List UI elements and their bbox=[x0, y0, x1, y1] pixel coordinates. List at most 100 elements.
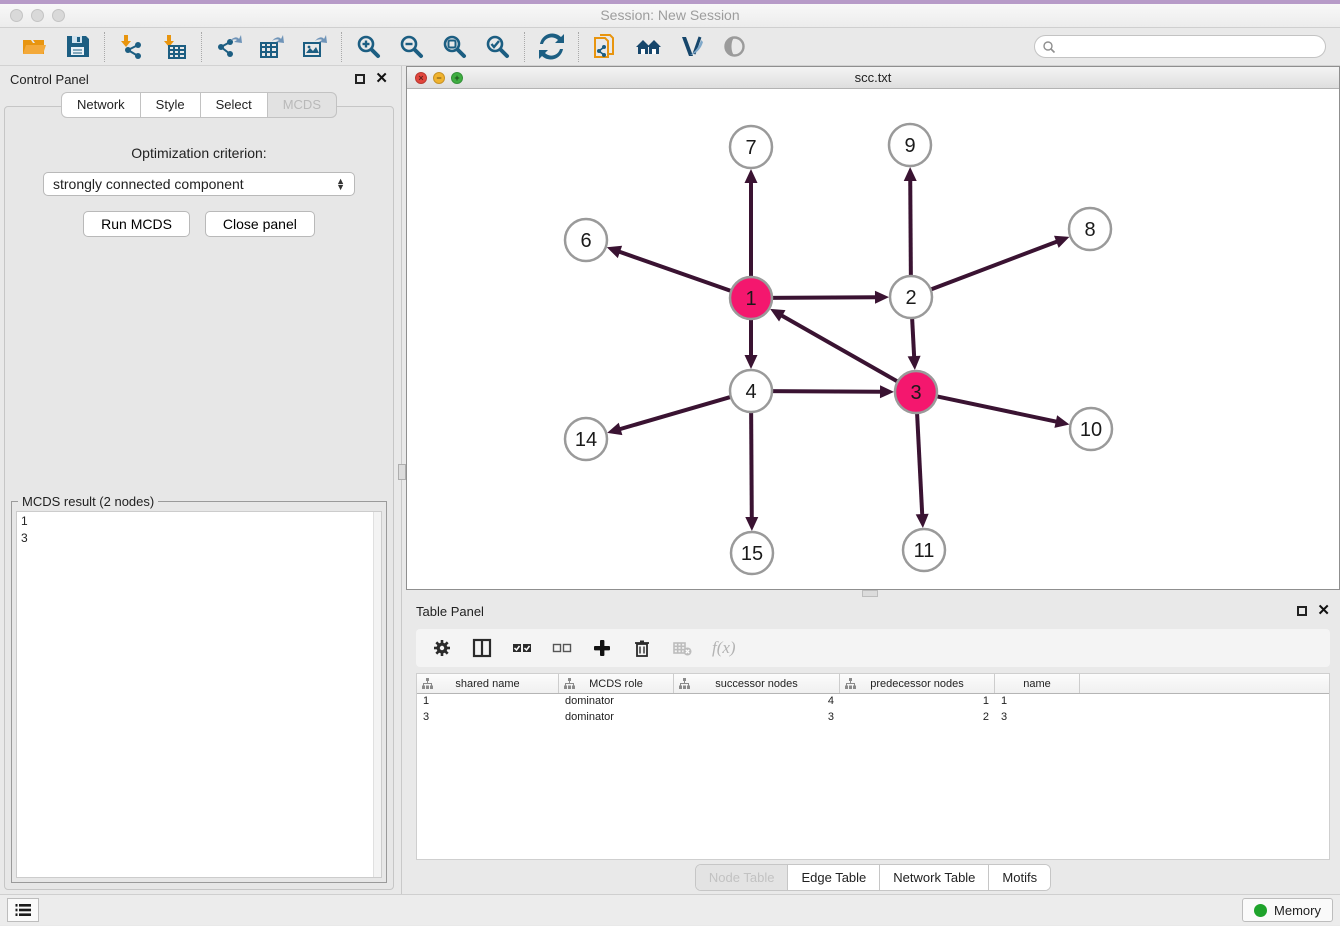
edge-1-2[interactable] bbox=[769, 297, 877, 298]
float-panel-icon[interactable] bbox=[355, 74, 365, 84]
network-close-icon[interactable]: × bbox=[415, 72, 427, 84]
table-cell[interactable]: dominator bbox=[559, 694, 674, 710]
tab-mcds[interactable]: MCDS bbox=[268, 92, 337, 118]
close-window-button[interactable] bbox=[10, 9, 23, 22]
export-image-icon[interactable] bbox=[301, 33, 328, 60]
node-label-15: 15 bbox=[741, 543, 763, 565]
export-network-icon[interactable] bbox=[215, 33, 242, 60]
show-hide-icon[interactable] bbox=[721, 33, 748, 60]
table-cell[interactable]: 3 bbox=[674, 710, 840, 726]
column-header-successor-nodes[interactable]: successor nodes bbox=[674, 674, 840, 693]
edge-4-15[interactable] bbox=[751, 409, 752, 519]
table-row[interactable]: 1dominator411 bbox=[417, 694, 1329, 710]
table-cell[interactable]: 3 bbox=[417, 710, 559, 726]
splitter-handle[interactable] bbox=[862, 590, 878, 597]
edge-arrowhead bbox=[745, 517, 758, 531]
criterion-value: strongly connected component bbox=[53, 176, 244, 192]
network-window-titlebar[interactable]: × − + scc.txt bbox=[407, 67, 1339, 89]
table-cell[interactable]: 1 bbox=[417, 694, 559, 710]
node-label-10: 10 bbox=[1080, 419, 1102, 441]
network-minimize-icon[interactable]: − bbox=[433, 72, 445, 84]
edge-3-10[interactable] bbox=[934, 396, 1058, 422]
edge-4-3[interactable] bbox=[769, 391, 882, 392]
table-cell[interactable]: 3 bbox=[995, 710, 1080, 726]
close-panel-icon[interactable]: ✕ bbox=[1317, 606, 1330, 616]
criterion-dropdown[interactable]: strongly connected component ▲▼ bbox=[43, 172, 355, 196]
network-zoom-icon[interactable]: + bbox=[451, 72, 463, 84]
edge-3-1[interactable] bbox=[781, 315, 901, 383]
network-graph[interactable]: 7968124314101511 bbox=[407, 89, 1339, 589]
run-mcds-button[interactable]: Run MCDS bbox=[83, 211, 190, 237]
tab-network[interactable]: Network bbox=[61, 92, 141, 118]
tab-style[interactable]: Style bbox=[141, 92, 201, 118]
edge-arrowhead bbox=[875, 291, 889, 304]
node-label-9: 9 bbox=[904, 135, 915, 157]
zoom-in-icon[interactable] bbox=[355, 33, 382, 60]
select-all-columns-icon[interactable] bbox=[512, 638, 532, 658]
vertical-splitter[interactable] bbox=[398, 66, 406, 894]
tab-select[interactable]: Select bbox=[201, 92, 268, 118]
network-canvas[interactable]: 7968124314101511 bbox=[407, 89, 1339, 589]
search-box[interactable] bbox=[1034, 35, 1326, 58]
import-table-icon[interactable] bbox=[161, 33, 188, 60]
column-header-predecessor-nodes[interactable]: predecessor nodes bbox=[840, 674, 995, 693]
edge-3-11[interactable] bbox=[917, 410, 922, 516]
edge-4-14[interactable] bbox=[619, 396, 734, 429]
edge-arrowhead bbox=[880, 385, 894, 398]
open-file-icon[interactable] bbox=[21, 33, 48, 60]
minimize-window-button[interactable] bbox=[31, 9, 44, 22]
memory-button[interactable]: Memory bbox=[1242, 898, 1333, 922]
export-table-icon[interactable] bbox=[258, 33, 285, 60]
zoom-selected-icon[interactable] bbox=[484, 33, 511, 60]
splitter-handle[interactable] bbox=[398, 464, 406, 480]
mcds-result-title: MCDS result (2 nodes) bbox=[18, 494, 158, 509]
zoom-out-icon[interactable] bbox=[398, 33, 425, 60]
table-tabs: Node TableEdge TableNetwork TableMotifs bbox=[695, 864, 1051, 891]
edge-2-9[interactable] bbox=[910, 179, 911, 279]
float-panel-icon[interactable] bbox=[1297, 606, 1307, 616]
add-column-icon[interactable] bbox=[592, 638, 612, 658]
table-toolbar: f(x) bbox=[416, 629, 1330, 667]
window-controls bbox=[10, 9, 65, 22]
table-cell[interactable]: 1 bbox=[840, 694, 995, 710]
node-label-14: 14 bbox=[575, 429, 597, 451]
vizmapper-icon[interactable] bbox=[678, 33, 705, 60]
ndex-browse-icon[interactable] bbox=[635, 33, 662, 60]
tab-motifs[interactable]: Motifs bbox=[988, 865, 1050, 890]
column-header-MCDS-role[interactable]: MCDS role bbox=[559, 674, 674, 693]
task-history-button[interactable] bbox=[7, 898, 39, 922]
edge-2-3[interactable] bbox=[912, 315, 914, 358]
close-panel-icon[interactable]: ✕ bbox=[375, 74, 388, 84]
mcds-result-text[interactable]: 1 3 bbox=[16, 511, 382, 878]
table-cell[interactable]: 2 bbox=[840, 710, 995, 726]
tab-network-table[interactable]: Network Table bbox=[879, 865, 988, 890]
edge-2-8[interactable] bbox=[928, 241, 1058, 291]
edge-1-6[interactable] bbox=[618, 251, 734, 292]
apply-layout-icon[interactable] bbox=[538, 33, 565, 60]
open-in-ndex-icon[interactable] bbox=[592, 33, 619, 60]
zoom-fit-icon[interactable] bbox=[441, 33, 468, 60]
table-cell[interactable]: 4 bbox=[674, 694, 840, 710]
horizontal-splitter[interactable] bbox=[406, 590, 1340, 598]
tab-edge-table[interactable]: Edge Table bbox=[787, 865, 879, 890]
table-cell[interactable]: dominator bbox=[559, 710, 674, 726]
import-network-icon[interactable] bbox=[118, 33, 145, 60]
search-input[interactable] bbox=[1061, 40, 1318, 54]
column-header-name[interactable]: name bbox=[995, 674, 1080, 693]
delete-columns-icon[interactable] bbox=[632, 638, 652, 658]
unselect-all-columns-icon[interactable] bbox=[552, 638, 572, 658]
tab-node-table[interactable]: Node Table bbox=[696, 865, 788, 890]
close-panel-button[interactable]: Close panel bbox=[205, 211, 315, 237]
node-table[interactable]: shared nameMCDS rolesuccessor nodesprede… bbox=[416, 673, 1330, 860]
result-scrollbar[interactable] bbox=[373, 512, 381, 877]
edge-arrowhead bbox=[904, 167, 917, 181]
table-cell[interactable]: 1 bbox=[995, 694, 1080, 710]
node-label-6: 6 bbox=[580, 230, 591, 252]
table-settings-icon[interactable] bbox=[432, 638, 452, 658]
table-row[interactable]: 3dominator323 bbox=[417, 710, 1329, 726]
node-label-8: 8 bbox=[1084, 219, 1095, 241]
save-session-icon[interactable] bbox=[64, 33, 91, 60]
zoom-window-button[interactable] bbox=[52, 9, 65, 22]
show-columns-icon[interactable] bbox=[472, 638, 492, 658]
column-header-shared-name[interactable]: shared name bbox=[417, 674, 559, 693]
